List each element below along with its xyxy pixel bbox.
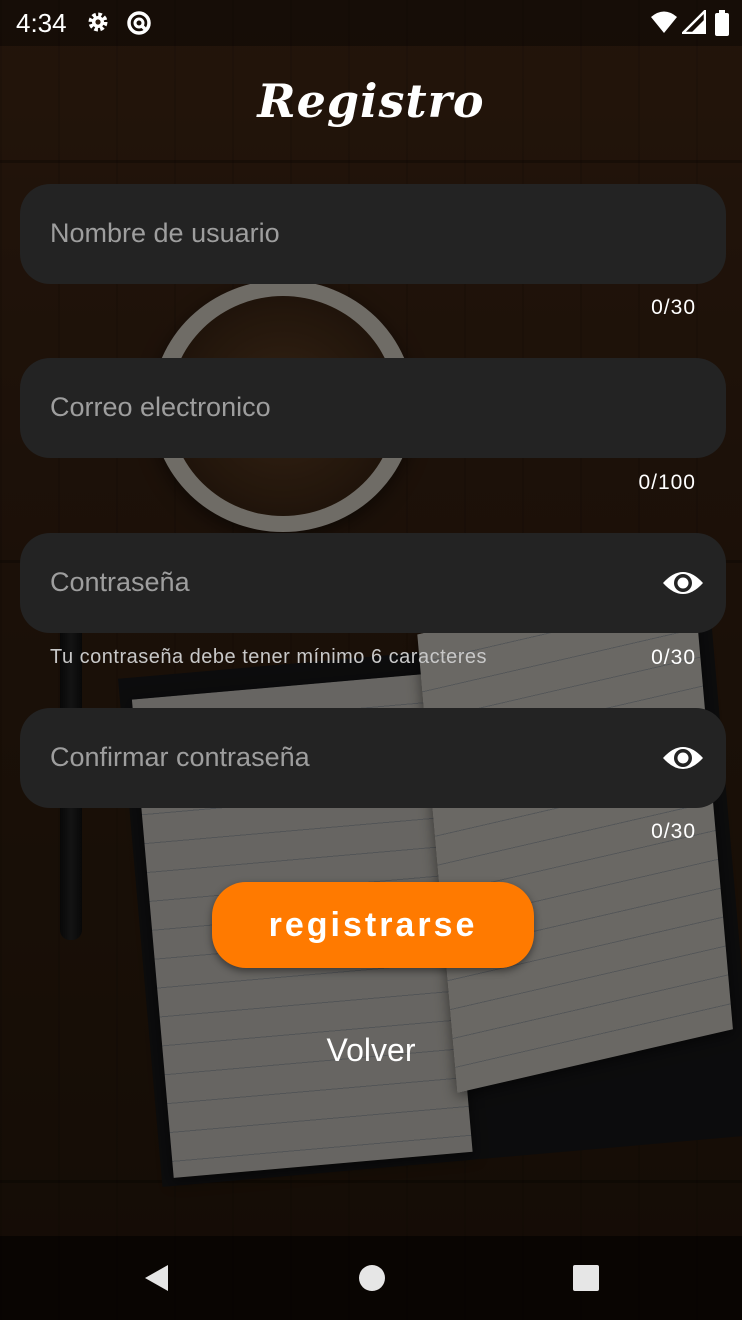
confirm-password-field[interactable]: Confirmar contraseña — [20, 708, 726, 808]
battery-icon — [715, 10, 729, 36]
navigation-bar — [0, 1236, 742, 1320]
password-counter: 0/30 — [651, 646, 696, 669]
confirm-password-counter: 0/30 — [651, 820, 696, 843]
eye-icon[interactable] — [662, 566, 704, 600]
password-placeholder: Contraseña — [50, 567, 190, 597]
recents-icon[interactable] — [566, 1258, 606, 1298]
home-icon[interactable] — [352, 1258, 392, 1298]
confirm-password-placeholder: Confirmar contraseña — [50, 742, 310, 772]
sync-icon — [127, 11, 151, 35]
page-title: Registro — [257, 74, 485, 128]
password-helper-text: Tu contraseña debe tener mínimo 6 caract… — [50, 646, 488, 668]
register-button[interactable]: registrarse — [212, 882, 534, 968]
eye-icon[interactable] — [662, 741, 704, 775]
back-icon[interactable] — [136, 1258, 176, 1298]
status-time: 4:34 — [16, 8, 67, 38]
wifi-icon — [651, 11, 677, 33]
email-field[interactable]: Correo electronico — [20, 358, 726, 458]
status-bar: 4:34 — [0, 0, 742, 46]
back-link[interactable]: Volver — [0, 1032, 742, 1069]
signal-icon — [682, 10, 706, 34]
email-placeholder: Correo electronico — [50, 392, 271, 422]
password-field[interactable]: Contraseña — [20, 533, 726, 633]
username-counter: 0/30 — [651, 296, 696, 319]
register-button-label: registrarse — [268, 905, 478, 944]
settings-icon — [88, 12, 108, 32]
username-placeholder: Nombre de usuario — [50, 218, 280, 248]
email-counter: 0/100 — [638, 471, 696, 494]
username-field[interactable]: Nombre de usuario — [20, 184, 726, 284]
